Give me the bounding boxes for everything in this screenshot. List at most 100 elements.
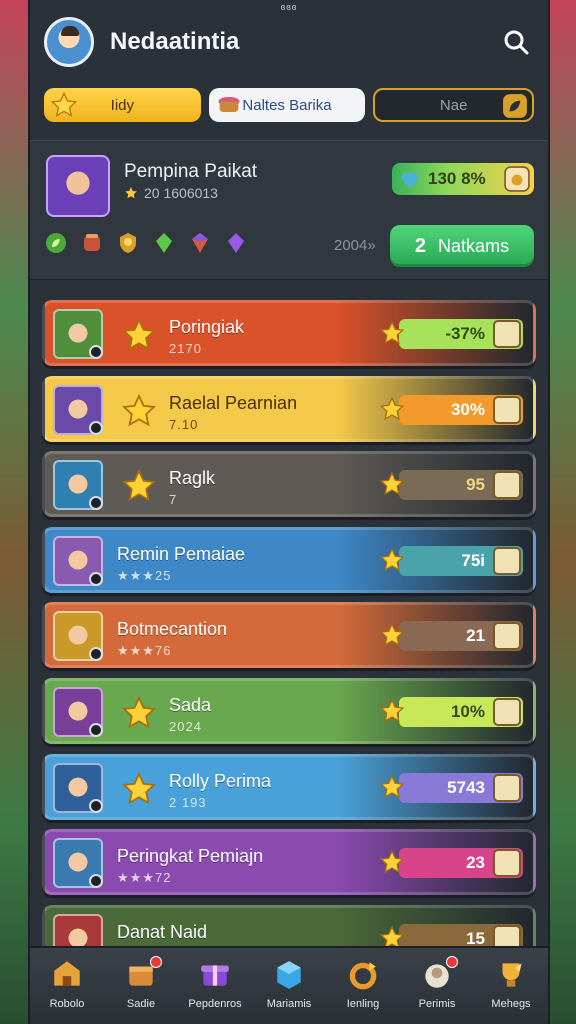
- level-badge-icon: [89, 420, 103, 435]
- leaderboard-row[interactable]: Botmecantion ★★★76 21: [42, 602, 536, 669]
- refresh-icon: [349, 962, 377, 990]
- status-bar: ɞɞɞ: [280, 2, 298, 12]
- score-value: 10%: [450, 701, 485, 721]
- player-avatar[interactable]: [53, 384, 103, 435]
- search-icon: [504, 30, 529, 55]
- player-subtitle: 2024: [169, 718, 202, 734]
- player-score: 5743: [379, 772, 523, 803]
- nav-label: Perimis: [418, 998, 456, 1010]
- tab-label: Iidy: [110, 96, 134, 114]
- score-value: 75i: [461, 550, 485, 570]
- leaderboard-row[interactable]: Remin Pemaiae ★★★25 75i: [42, 526, 536, 593]
- level-badge-icon: [89, 496, 103, 511]
- star-icon: [50, 91, 78, 118]
- score-star-icon: [379, 320, 405, 351]
- score-star-icon: [379, 547, 405, 578]
- app-title: Nedaatintia: [110, 28, 240, 55]
- bottom-nav: Robolo Sadie Pepdenros Mariamis Ienling …: [30, 946, 548, 1024]
- player-score: 21: [379, 621, 523, 652]
- player-name: Peringkat Pemiajn: [117, 846, 264, 867]
- player-avatar[interactable]: [53, 762, 103, 813]
- player-subtitle: ★★★72: [117, 870, 172, 886]
- basket-icon: [218, 96, 240, 112]
- nav-item-mehegs[interactable]: Mehegs: [474, 948, 548, 1024]
- player-avatar[interactable]: [53, 309, 103, 359]
- gift-icon: [201, 965, 229, 986]
- reward-chest-icon: [493, 320, 521, 348]
- score-value: 30%: [450, 399, 485, 419]
- reward-chest-icon: [493, 546, 521, 575]
- score-value: 5743: [447, 777, 485, 797]
- level-badge-icon: [89, 874, 103, 889]
- nav-item-ienling[interactable]: Ienling: [326, 948, 400, 1024]
- leaderboard-row[interactable]: Rolly Perima 2 193 5743: [42, 753, 536, 820]
- nav-item-sadie[interactable]: Sadie: [104, 948, 178, 1024]
- nav-item-perimis[interactable]: Perimis: [400, 948, 474, 1024]
- gold-shield-badge-icon: [120, 233, 136, 253]
- profile-meta-text: 20 1606013: [144, 185, 218, 201]
- player-score: 30%: [379, 394, 523, 425]
- leaderboard-row[interactable]: Poringiak 2170 -37%: [42, 300, 536, 366]
- coin-balance[interactable]: 130 8%: [392, 163, 534, 195]
- player-subtitle: ★★★25: [117, 567, 172, 583]
- score-value: -37%: [445, 324, 485, 343]
- player-avatar[interactable]: [53, 838, 103, 889]
- player-score: 10%: [379, 696, 523, 727]
- reward-chest-icon: [493, 622, 521, 651]
- tab-label: Nae: [439, 96, 468, 114]
- player-score: 75i: [379, 545, 523, 576]
- leaderboard-row[interactable]: Sada 2024 10%: [42, 677, 536, 744]
- search-button[interactable]: [498, 24, 534, 60]
- leaderboard-row[interactable]: Raglk 7 95: [42, 451, 536, 518]
- score-value: 95: [466, 475, 485, 495]
- player-subtitle: 7: [169, 492, 178, 508]
- main-panel: ɞɞɞ Nedaatintia Iidy Naltes Barika Nae P…: [28, 0, 550, 1024]
- player-score: -37%: [379, 319, 523, 349]
- nav-label: Ienling: [346, 998, 380, 1010]
- background-scenery-left: [0, 0, 28, 1024]
- violet-gem-badge-icon: [228, 233, 244, 253]
- player-subtitle: 7.10: [169, 416, 199, 432]
- rank-readout: 2004»: [334, 237, 376, 254]
- star-icon: [121, 468, 157, 509]
- reward-chest-icon: [493, 773, 521, 802]
- user-avatar[interactable]: [44, 17, 94, 67]
- reward-chest-icon: [493, 697, 521, 726]
- nav-item-robolo[interactable]: Robolo: [30, 948, 104, 1024]
- player-avatar[interactable]: [53, 535, 103, 586]
- profile-avatar[interactable]: [46, 155, 110, 217]
- player-avatar[interactable]: [53, 611, 103, 662]
- player-name: Raglk: [169, 468, 216, 489]
- green-gem-badge-icon: [156, 233, 172, 253]
- green-leaf-badge-icon: [46, 233, 66, 253]
- leaderboard-row[interactable]: Raelal Pearnian 7.10 30%: [42, 375, 536, 442]
- player-name: Danat Naid: [117, 921, 208, 942]
- star-icon: [121, 771, 157, 812]
- player-avatar[interactable]: [53, 686, 103, 737]
- notification-dot: [150, 956, 162, 968]
- nav-item-mariamis[interactable]: Mariamis: [252, 948, 326, 1024]
- next-rank-button[interactable]: 2 Natkams: [390, 225, 534, 267]
- profile-meta: 20 1606013: [124, 185, 218, 201]
- home-icon: [54, 961, 80, 986]
- leaderboard-row[interactable]: Peringkat Pemiajn ★★★72 23: [42, 829, 536, 896]
- score-star-icon: [379, 698, 405, 729]
- background-scenery-right: [548, 0, 576, 1024]
- tab-naltes-barika[interactable]: Naltes Barika: [208, 88, 366, 122]
- score-star-icon: [379, 396, 405, 427]
- tab-label: Naltes Barika: [242, 96, 332, 114]
- player-avatar[interactable]: [53, 460, 103, 511]
- player-subtitle: ★★★76: [117, 643, 172, 659]
- level-badge-icon: [89, 345, 103, 359]
- leaf-icon: [503, 94, 527, 118]
- player-name: Sada: [169, 694, 212, 715]
- nav-item-pepdenros[interactable]: Pepdenros: [178, 948, 252, 1024]
- badge-row: [44, 231, 248, 255]
- tab-nae[interactable]: Nae: [373, 88, 535, 122]
- player-name: Botmecantion: [117, 619, 228, 640]
- tab-lidy[interactable]: Iidy: [44, 88, 201, 122]
- chest-icon: [504, 166, 530, 192]
- player-score: 95: [379, 470, 523, 501]
- score-value: 23: [466, 853, 485, 873]
- profile-name: Pempina Paikat: [124, 161, 258, 182]
